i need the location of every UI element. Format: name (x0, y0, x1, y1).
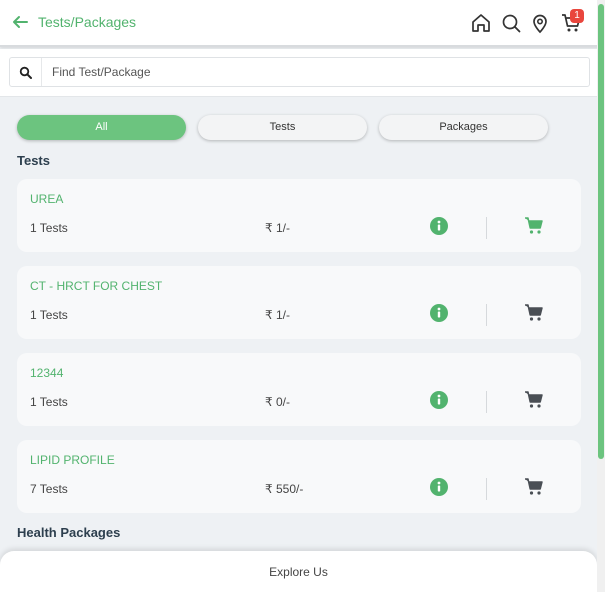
card-divider (486, 304, 487, 326)
search-bar (0, 49, 597, 97)
info-icon[interactable] (430, 304, 448, 322)
page-title: Tests/Packages (38, 14, 137, 30)
search-input[interactable] (43, 58, 588, 86)
info-icon[interactable] (430, 217, 448, 235)
card-divider (486, 217, 487, 239)
search-icon[interactable] (500, 12, 522, 34)
location-pin-icon[interactable] (529, 12, 551, 34)
home-icon[interactable] (470, 12, 492, 34)
filter-packages-pill[interactable]: Packages (379, 115, 548, 140)
test-name: LIPID PROFILE (30, 453, 115, 467)
test-name: CT - HRCT FOR CHEST (30, 279, 163, 293)
info-icon[interactable] (430, 391, 448, 409)
explore-us-bar[interactable]: Explore Us (0, 551, 597, 592)
test-count: 1 Tests (30, 308, 68, 322)
test-name: UREA (30, 192, 64, 206)
test-price: ₹ 1/- (265, 308, 290, 322)
test-price: ₹ 1/- (265, 221, 290, 235)
add-to-cart-icon[interactable] (524, 391, 544, 409)
test-card-urea[interactable]: UREA 1 Tests ₹ 1/- (17, 179, 581, 252)
tests-section-title: Tests (17, 153, 50, 168)
add-to-cart-icon[interactable] (524, 304, 544, 322)
app-header: Tests/Packages 1 (0, 0, 605, 47)
card-divider (486, 391, 487, 413)
test-card-ct-hrct[interactable]: CT - HRCT FOR CHEST 1 Tests ₹ 1/- (17, 266, 581, 339)
search-icon (19, 66, 32, 79)
search-button[interactable] (10, 58, 42, 86)
test-price: ₹ 550/- (265, 482, 304, 496)
scrollbar-thumb[interactable] (598, 4, 604, 459)
search-box (9, 57, 590, 87)
test-price: ₹ 0/- (265, 395, 290, 409)
health-packages-section-title: Health Packages (17, 525, 121, 540)
add-to-cart-icon[interactable] (524, 478, 544, 496)
test-count: 1 Tests (30, 395, 68, 409)
explore-us-label: Explore Us (269, 565, 328, 579)
filter-tests-pill[interactable]: Tests (198, 115, 367, 140)
add-to-cart-icon[interactable] (524, 217, 544, 235)
test-count: 7 Tests (30, 482, 68, 496)
back-arrow-icon[interactable] (11, 13, 29, 31)
card-divider (486, 478, 487, 500)
test-count: 1 Tests (30, 221, 68, 235)
test-name: 12344 (30, 366, 64, 380)
test-card-12344[interactable]: 12344 1 Tests ₹ 0/- (17, 353, 581, 426)
info-icon[interactable] (430, 478, 448, 496)
filter-all-pill[interactable]: All (17, 115, 186, 140)
cart-count-badge: 1 (570, 9, 584, 23)
test-card-lipid-profile[interactable]: LIPID PROFILE 7 Tests ₹ 550/- (17, 440, 581, 513)
